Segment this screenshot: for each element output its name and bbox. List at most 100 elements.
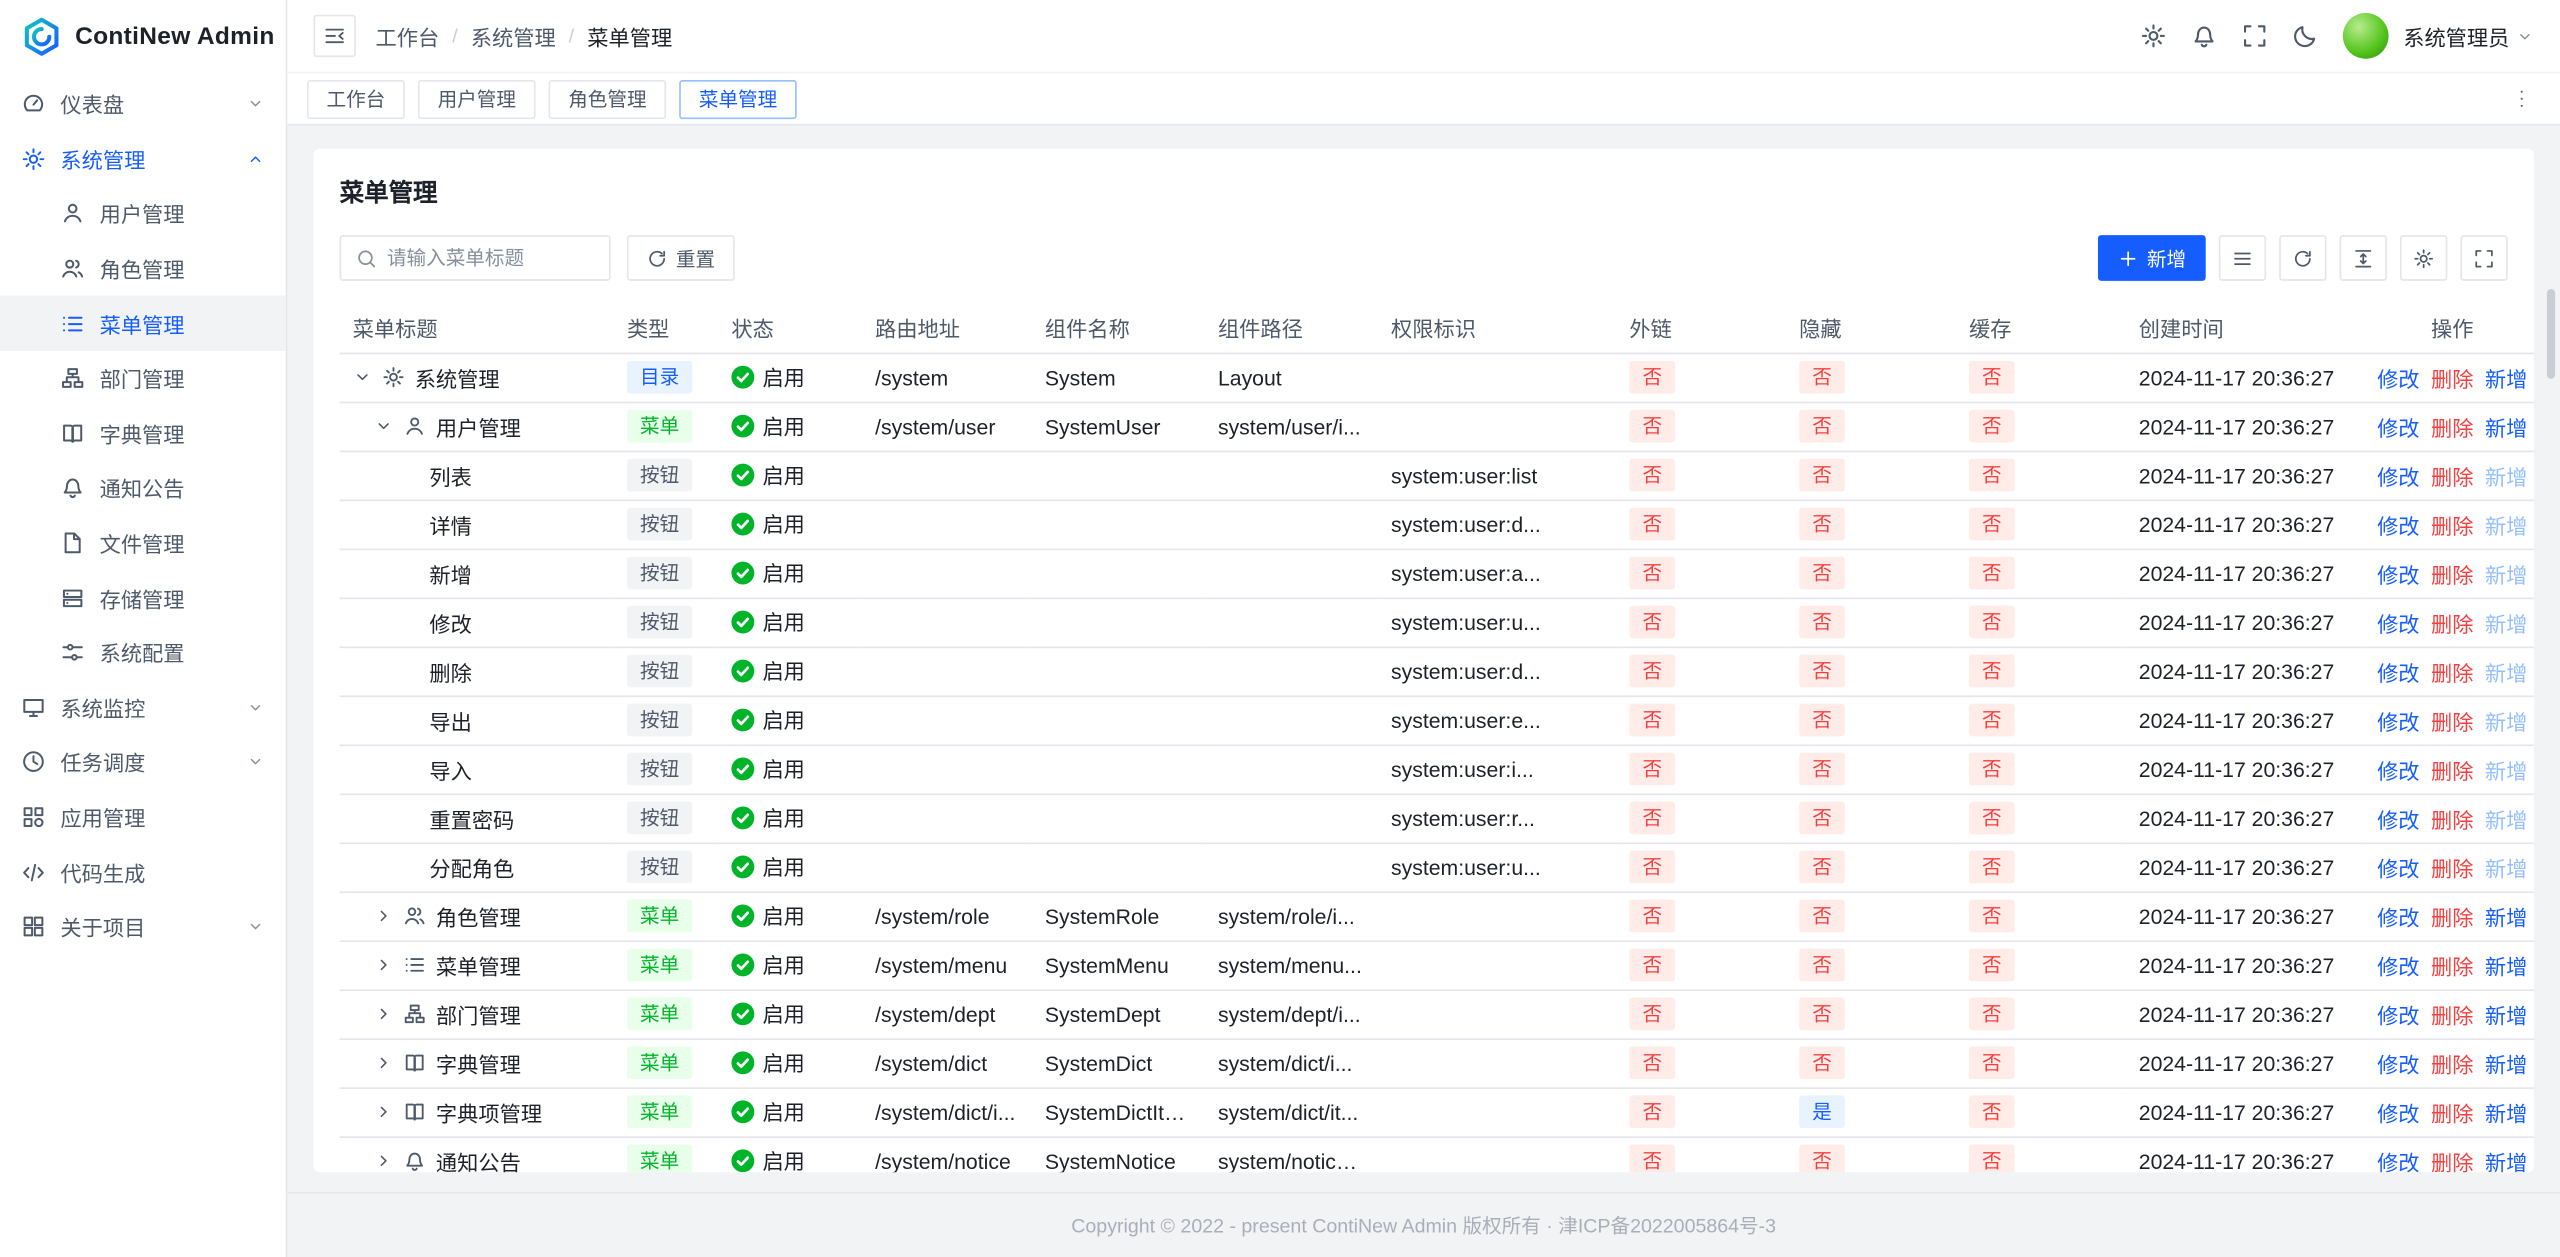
sidebar-item-dict-mgmt[interactable]: 字典管理 bbox=[0, 406, 286, 461]
sidebar-item-app-mgmt[interactable]: 应用管理 bbox=[0, 790, 286, 845]
delete-link[interactable]: 删除 bbox=[2431, 851, 2473, 882]
edit-link[interactable]: 修改 bbox=[2377, 362, 2419, 393]
column-settings-button[interactable] bbox=[2400, 235, 2447, 281]
expand-toggle-icon[interactable] bbox=[374, 1004, 394, 1024]
user-menu[interactable]: 系统管理员 bbox=[2403, 20, 2534, 51]
sidebar-item-dashboard[interactable]: 仪表盘 bbox=[0, 77, 286, 132]
sidebar-item-file-mgmt[interactable]: 文件管理 bbox=[0, 516, 286, 571]
sidebar-item-dept-mgmt[interactable]: 部门管理 bbox=[0, 351, 286, 406]
add-link[interactable]: 新增 bbox=[2485, 1145, 2527, 1172]
sidebar-item-job-scheduler[interactable]: 任务调度 bbox=[0, 735, 286, 790]
edit-link[interactable]: 修改 bbox=[2377, 704, 2419, 735]
delete-link[interactable]: 删除 bbox=[2431, 900, 2473, 931]
edit-link[interactable]: 修改 bbox=[2377, 509, 2419, 540]
sidebar-item-system-config[interactable]: 系统配置 bbox=[0, 625, 286, 680]
delete-link[interactable]: 删除 bbox=[2431, 802, 2473, 833]
expand-toggle-icon[interactable] bbox=[374, 1151, 394, 1171]
edit-link[interactable]: 修改 bbox=[2377, 607, 2419, 638]
add-link[interactable]: 新增 bbox=[2485, 802, 2527, 833]
add-link[interactable]: 新增 bbox=[2485, 411, 2527, 442]
delete-link[interactable]: 删除 bbox=[2431, 607, 2473, 638]
add-link[interactable]: 新增 bbox=[2485, 509, 2527, 540]
add-link[interactable]: 新增 bbox=[2485, 900, 2527, 931]
app-logo[interactable]: ContiNew Admin bbox=[0, 0, 286, 72]
tab-more-button[interactable] bbox=[2501, 79, 2540, 118]
density-button[interactable] bbox=[2219, 235, 2266, 281]
add-link[interactable]: 新增 bbox=[2485, 362, 2527, 393]
tab-menu-mgmt[interactable]: 菜单管理 bbox=[679, 79, 797, 118]
edit-link[interactable]: 修改 bbox=[2377, 802, 2419, 833]
expand-toggle-icon[interactable] bbox=[374, 1102, 394, 1122]
notifications-icon[interactable] bbox=[2191, 23, 2217, 49]
avatar[interactable] bbox=[2343, 13, 2389, 59]
add-button[interactable]: 新增 bbox=[2098, 235, 2206, 281]
edit-link[interactable]: 修改 bbox=[2377, 949, 2419, 980]
sidebar-item-storage-mgmt[interactable]: 存储管理 bbox=[0, 570, 286, 625]
delete-link[interactable]: 删除 bbox=[2431, 558, 2473, 589]
expand-toggle-icon[interactable] bbox=[374, 416, 394, 436]
table-fullscreen-button[interactable] bbox=[2460, 235, 2507, 281]
settings-icon[interactable] bbox=[2140, 23, 2166, 49]
delete-link[interactable]: 删除 bbox=[2431, 460, 2473, 491]
tab-user-mgmt[interactable]: 用户管理 bbox=[418, 79, 536, 118]
sidebar-collapse-button[interactable] bbox=[313, 15, 355, 57]
add-link[interactable]: 新增 bbox=[2485, 851, 2527, 882]
add-link[interactable]: 新增 bbox=[2485, 704, 2527, 735]
sidebar-item-menu-mgmt[interactable]: 菜单管理 bbox=[0, 296, 286, 351]
add-link[interactable]: 新增 bbox=[2485, 607, 2527, 638]
edit-link[interactable]: 修改 bbox=[2377, 1096, 2419, 1127]
delete-link[interactable]: 删除 bbox=[2431, 411, 2473, 442]
sidebar-item-role-mgmt[interactable]: 角色管理 bbox=[0, 241, 286, 296]
edit-link[interactable]: 修改 bbox=[2377, 753, 2419, 784]
add-link[interactable]: 新增 bbox=[2485, 460, 2527, 491]
expand-toggle-icon[interactable] bbox=[353, 367, 373, 387]
row-height-button[interactable] bbox=[2340, 235, 2387, 281]
sidebar-item-notice[interactable]: 通知公告 bbox=[0, 461, 286, 516]
breadcrumb-item[interactable]: 菜单管理 bbox=[587, 20, 672, 51]
expand-toggle-icon[interactable] bbox=[374, 955, 394, 975]
edit-link[interactable]: 修改 bbox=[2377, 900, 2419, 931]
edit-link[interactable]: 修改 bbox=[2377, 851, 2419, 882]
edit-link[interactable]: 修改 bbox=[2377, 1145, 2419, 1172]
edit-link[interactable]: 修改 bbox=[2377, 558, 2419, 589]
add-link[interactable]: 新增 bbox=[2485, 998, 2527, 1029]
edit-link[interactable]: 修改 bbox=[2377, 411, 2419, 442]
expand-toggle-icon[interactable] bbox=[374, 906, 394, 926]
delete-link[interactable]: 删除 bbox=[2431, 949, 2473, 980]
edit-link[interactable]: 修改 bbox=[2377, 1047, 2419, 1078]
delete-link[interactable]: 删除 bbox=[2431, 362, 2473, 393]
delete-link[interactable]: 删除 bbox=[2431, 753, 2473, 784]
breadcrumb-item[interactable]: 工作台 bbox=[376, 20, 440, 51]
delete-link[interactable]: 删除 bbox=[2431, 509, 2473, 540]
scrollbar-thumb[interactable] bbox=[2547, 289, 2555, 379]
delete-link[interactable]: 删除 bbox=[2431, 656, 2473, 687]
delete-link[interactable]: 删除 bbox=[2431, 998, 2473, 1029]
edit-link[interactable]: 修改 bbox=[2377, 656, 2419, 687]
add-link[interactable]: 新增 bbox=[2485, 656, 2527, 687]
sidebar-item-system-mgmt[interactable]: 系统管理 bbox=[0, 132, 286, 187]
edit-link[interactable]: 修改 bbox=[2377, 460, 2419, 491]
breadcrumb-item[interactable]: 系统管理 bbox=[471, 20, 556, 51]
delete-link[interactable]: 删除 bbox=[2431, 1096, 2473, 1127]
tab-role-mgmt[interactable]: 角色管理 bbox=[549, 79, 667, 118]
delete-link[interactable]: 删除 bbox=[2431, 704, 2473, 735]
edit-link[interactable]: 修改 bbox=[2377, 998, 2419, 1029]
add-link[interactable]: 新增 bbox=[2485, 753, 2527, 784]
delete-link[interactable]: 删除 bbox=[2431, 1047, 2473, 1078]
sidebar-item-about[interactable]: 关于项目 bbox=[0, 899, 286, 954]
sidebar-item-system-monitor[interactable]: 系统监控 bbox=[0, 680, 286, 735]
dark-mode-icon[interactable] bbox=[2292, 23, 2318, 49]
expand-toggle-icon[interactable] bbox=[374, 1053, 394, 1073]
reset-button[interactable]: 重置 bbox=[627, 235, 735, 281]
add-link[interactable]: 新增 bbox=[2485, 1096, 2527, 1127]
delete-link[interactable]: 删除 bbox=[2431, 1145, 2473, 1172]
sidebar-item-code-gen[interactable]: 代码生成 bbox=[0, 845, 286, 900]
search-input[interactable] bbox=[387, 247, 594, 270]
add-link[interactable]: 新增 bbox=[2485, 1047, 2527, 1078]
tab-workbench[interactable]: 工作台 bbox=[307, 79, 405, 118]
sidebar-item-user-mgmt[interactable]: 用户管理 bbox=[0, 186, 286, 241]
add-link[interactable]: 新增 bbox=[2485, 558, 2527, 589]
add-link[interactable]: 新增 bbox=[2485, 949, 2527, 980]
fullscreen-icon[interactable] bbox=[2242, 23, 2268, 49]
table-refresh-button[interactable] bbox=[2279, 235, 2326, 281]
